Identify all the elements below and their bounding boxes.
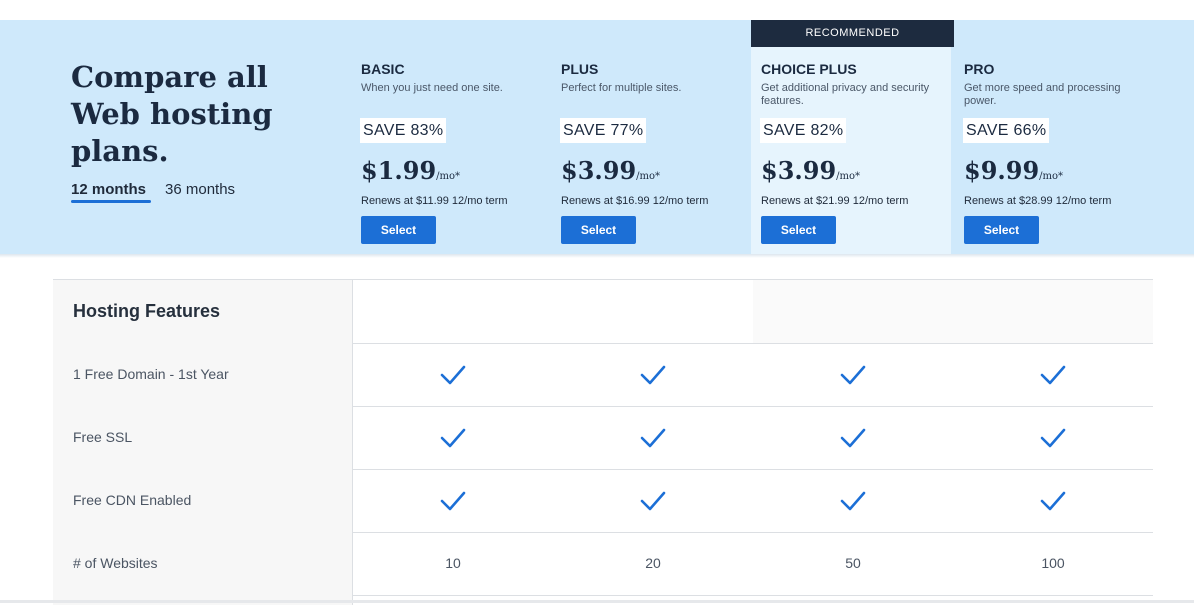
tab-12-months[interactable]: 12 months — [71, 181, 146, 199]
price-suffix: /mo* — [836, 171, 861, 182]
label-cell: Free SSL — [53, 406, 353, 469]
plan-price: $3.99/mo* — [761, 155, 860, 193]
band-divider — [0, 254, 1194, 258]
plan-name: CHOICE PLUS — [761, 61, 857, 77]
checkmark-icon — [640, 365, 666, 385]
feature-cell — [953, 406, 1153, 469]
feature-cell: 50 — [845, 555, 861, 571]
savings-badge: SAVE 77% — [560, 118, 647, 143]
feature-cell — [953, 469, 1153, 532]
plan-name: BASIC — [361, 61, 405, 77]
select-pro-button[interactable]: Select — [964, 216, 1039, 244]
checkmark-icon — [1040, 365, 1066, 385]
plan-name: PRO — [964, 61, 995, 77]
feature-cell: 100 — [1041, 555, 1065, 571]
price-amount: $3.99 — [761, 156, 837, 185]
checkmark-icon — [440, 365, 466, 385]
checkmark-icon — [640, 491, 666, 511]
plan-price: $3.99/mo* — [561, 155, 660, 193]
price-suffix: /mo* — [436, 171, 461, 182]
feature-cell — [753, 406, 953, 469]
price-amount: $3.99 — [561, 156, 637, 185]
feature-cell — [753, 469, 953, 532]
active-tab-underline — [71, 200, 151, 203]
savings-badge: SAVE 82% — [760, 118, 847, 143]
feature-cell: 10 — [445, 555, 461, 571]
page-title: Compare all Web hosting plans. — [71, 60, 273, 168]
table-row: # of Websites 10 20 50 100 — [53, 532, 1153, 596]
header-cell — [553, 280, 753, 343]
table-row: Free CDN Enabled — [53, 469, 1153, 533]
recommended-banner: RECOMMENDED — [751, 20, 954, 47]
feature-cell — [953, 343, 1153, 406]
feature-label: # of Websites — [73, 555, 158, 571]
feature-cell — [353, 469, 553, 532]
header-cell — [353, 280, 553, 343]
feature-cell — [553, 343, 753, 406]
renewal-text: Renews at $16.99 12/mo term — [561, 195, 709, 207]
feature-cell — [753, 343, 953, 406]
checkmark-icon — [440, 491, 466, 511]
savings-badge: SAVE 66% — [963, 118, 1050, 143]
feature-cell — [353, 343, 553, 406]
checkmark-icon — [840, 365, 866, 385]
label-cell: # of Websites — [53, 532, 353, 595]
feature-cell: 20 — [645, 555, 661, 571]
feature-cell — [553, 406, 753, 469]
feature-label: 1 Free Domain - 1st Year — [73, 366, 229, 382]
renewal-text: Renews at $11.99 12/mo term — [361, 195, 508, 207]
select-basic-button[interactable]: Select — [361, 216, 436, 244]
plan-description: Get additional privacy and security feat… — [761, 82, 930, 107]
plan-description: Get more speed and processing power. — [964, 82, 1121, 107]
price-amount: $1.99 — [361, 156, 437, 185]
table-header-row: Hosting Features — [53, 280, 1153, 344]
renewal-text: Renews at $21.99 12/mo term — [761, 195, 909, 207]
plan-price: $9.99/mo* — [964, 155, 1063, 193]
section-title: Hosting Features — [73, 301, 221, 321]
savings-badge: SAVE 83% — [360, 118, 447, 143]
feature-cell — [553, 469, 753, 532]
label-cell: Hosting Features — [53, 280, 353, 343]
checkmark-icon — [640, 428, 666, 448]
price-suffix: /mo* — [1039, 171, 1064, 182]
price-suffix: /mo* — [636, 171, 661, 182]
checkmark-icon — [1040, 428, 1066, 448]
label-cell: Free CDN Enabled — [53, 469, 353, 532]
feature-label: Free CDN Enabled — [73, 492, 192, 508]
features-table: Hosting Features 1 Free Domain - 1st Yea… — [53, 279, 1153, 605]
label-cell: 1 Free Domain - 1st Year — [53, 343, 353, 406]
checkmark-icon — [840, 491, 866, 511]
renewal-text: Renews at $28.99 12/mo term — [964, 195, 1112, 207]
plan-name: PLUS — [561, 61, 599, 77]
header-cell — [753, 280, 953, 343]
select-choice-plus-button[interactable]: Select — [761, 216, 836, 244]
checkmark-icon — [840, 428, 866, 448]
plan-price: $1.99/mo* — [361, 155, 460, 193]
feature-cell — [353, 406, 553, 469]
feature-label: Free SSL — [73, 429, 133, 445]
plan-description: When you just need one site. — [361, 82, 503, 94]
table-row: Free SSL — [53, 406, 1153, 470]
tab-36-months[interactable]: 36 months — [165, 181, 235, 199]
checkmark-icon — [440, 428, 466, 448]
checkmark-icon — [1040, 491, 1066, 511]
plan-description: Perfect for multiple sites. — [561, 82, 682, 94]
price-amount: $9.99 — [964, 156, 1040, 185]
select-plus-button[interactable]: Select — [561, 216, 636, 244]
table-row: 1 Free Domain - 1st Year — [53, 343, 1153, 407]
header-cell — [953, 280, 1153, 343]
